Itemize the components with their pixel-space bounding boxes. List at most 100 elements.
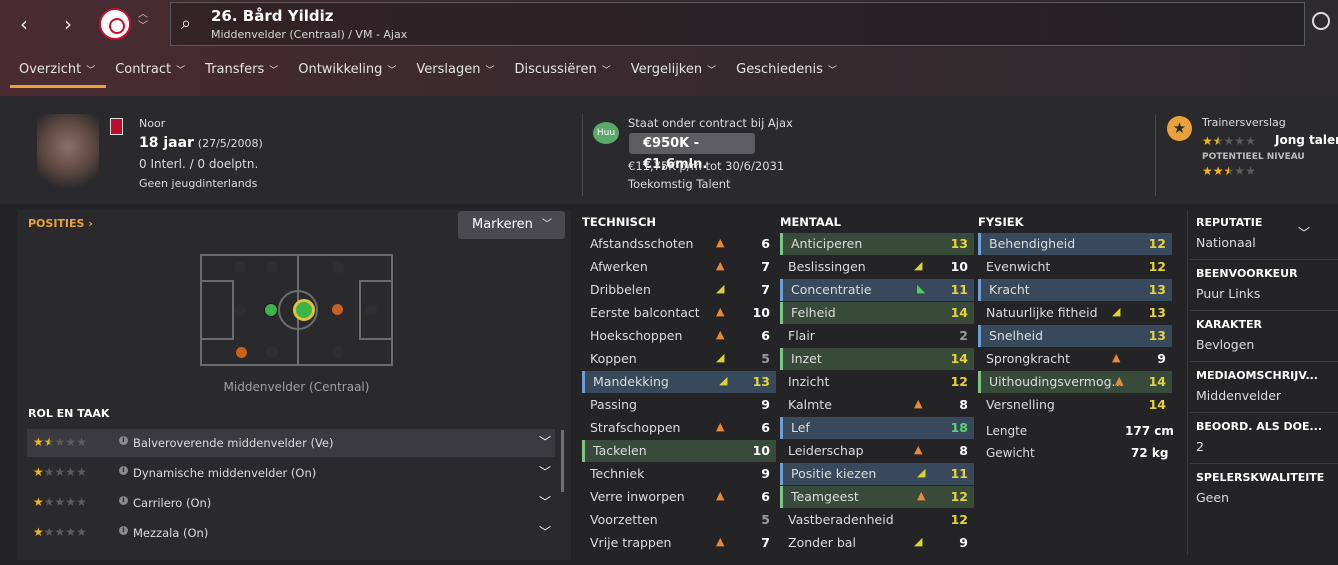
height-value: 177 cm (1125, 424, 1174, 438)
chevron-down-icon[interactable]: ﹀ (539, 463, 551, 480)
arrow-up-icon: ▲ (914, 443, 923, 456)
role-stars: ★★★★★ (33, 465, 87, 479)
attribute-row[interactable]: Voorzetten 5 (582, 509, 776, 531)
chevron-down-icon[interactable]: ﹀ (539, 523, 551, 540)
technical-header: TECHNISCH (582, 215, 657, 229)
attribute-row[interactable]: Zonder bal ◢ 9 (780, 532, 974, 554)
info-icon[interactable]: i (119, 496, 128, 505)
mark-dropdown[interactable]: Markeren ﹀ (458, 211, 565, 239)
attribute-row[interactable]: Flair 2 (780, 325, 974, 347)
attribute-row[interactable]: Snelheid 13 (978, 325, 1172, 347)
tab-geschiedenis[interactable]: Geschiedenis ﹀ (727, 56, 848, 88)
chevron-down-icon[interactable]: ﹀ (539, 493, 551, 510)
role-row[interactable]: ★★★★★ i Carrilero (On) ﹀ (27, 489, 555, 517)
attribute-row[interactable]: Tackelen 10 (582, 440, 776, 462)
attribute-value: 14 (950, 305, 968, 320)
attribute-name: Natuurlijke fitheid (986, 305, 1098, 320)
attribute-value: 14 (1148, 374, 1166, 389)
attribute-row[interactable]: Eerste balcontact ▲ 10 (582, 302, 776, 324)
attribute-row[interactable]: Positie kiezen ◢ 11 (780, 463, 974, 485)
attribute-value: 13 (950, 236, 968, 251)
attribute-row[interactable]: Strafschoppen ▲ 6 (582, 417, 776, 439)
attribute-row[interactable]: Versnelling 14 (978, 394, 1172, 416)
attribute-row[interactable]: Dribbelen ◢ 7 (582, 279, 776, 301)
attribute-name: Sprongkracht (986, 351, 1070, 366)
star-badge-icon: ★ (1167, 116, 1192, 141)
info-icon[interactable]: i (119, 436, 128, 445)
position-slot (365, 304, 377, 316)
chevron-down-icon[interactable]: ﹀ (539, 433, 551, 450)
tab-label: Vergelijken (630, 62, 703, 77)
club-crest-icon[interactable] (99, 8, 131, 40)
role-name: Carrilero (On) (133, 496, 212, 510)
attribute-row[interactable]: Kalmte ▲ 8 (780, 394, 974, 416)
attribute-value: 11 (950, 282, 968, 297)
tab-verslagen[interactable]: Verslagen ﹀ (407, 56, 505, 88)
attribute-row[interactable]: Teamgeest ▲ 12 (780, 486, 974, 508)
attribute-row[interactable]: Passing 9 (582, 394, 776, 416)
attribute-row[interactable]: Anticiperen 13 (780, 233, 974, 255)
attribute-name: Inzet (791, 351, 822, 366)
attribute-row[interactable]: Felheid 14 (780, 302, 974, 324)
attribute-row[interactable]: Behendigheid 12 (978, 233, 1172, 255)
attribute-row[interactable]: Sprongkracht ▲ 9 (978, 348, 1172, 370)
attribute-row[interactable]: Afwerken ▲ 7 (582, 256, 776, 278)
attribute-row[interactable]: Vastberadenheid 12 (780, 509, 974, 531)
forward-arrow-icon[interactable]: › (54, 10, 82, 38)
chevron-down-icon: ﹀ (176, 66, 186, 76)
attribute-row[interactable]: Vrije trappen ▲ 7 (582, 532, 776, 554)
attribute-name: Positie kiezen (791, 466, 877, 481)
attribute-row[interactable]: Inzicht 12 (780, 371, 974, 393)
attribute-name: Anticiperen (791, 236, 863, 251)
tab-transfers[interactable]: Transfers ﹀ (196, 56, 289, 88)
chevron-down-icon[interactable]: ﹀ (1298, 224, 1310, 241)
attribute-value: 5 (761, 351, 770, 366)
attribute-row[interactable]: Kracht 13 (978, 279, 1172, 301)
role-row[interactable]: ★★★★★ i Mezzala (On) ﹀ (27, 519, 555, 547)
attribute-row[interactable]: Koppen ◢ 5 (582, 348, 776, 370)
attribute-row[interactable]: Techniek 9 (582, 463, 776, 485)
attribute-row[interactable]: Natuurlijke fitheid ◢ 13 (978, 302, 1172, 324)
attribute-row[interactable]: Inzet 14 (780, 348, 974, 370)
tab-discussiëren[interactable]: Discussiëren ﹀ (505, 56, 621, 88)
nationality-flag-icon (110, 118, 123, 135)
attribute-row[interactable]: Concentratie ◣ 11 (780, 279, 974, 301)
attribute-row[interactable]: Lef 18 (780, 417, 974, 439)
up-down-chevron-icon[interactable]: ︿ ﹀ (138, 9, 148, 33)
role-row[interactable]: ★★★★★ i Balveroverende middenvelder (Ve) ﹀ (27, 429, 555, 457)
potential-title: POTENTIEEL NIVEAU (1202, 152, 1305, 162)
divider (1190, 259, 1338, 260)
attribute-row[interactable]: Hoekschoppen ▲ 6 (582, 325, 776, 347)
globe-icon[interactable] (1312, 12, 1330, 30)
attribute-row[interactable]: Uithoudingsvermog... ▲ 14 (978, 371, 1172, 393)
attribute-name: Versnelling (986, 397, 1055, 412)
attribute-row[interactable]: Evenwicht 12 (978, 256, 1172, 278)
arrow-up-icon: ▲ (716, 420, 725, 433)
tab-overzicht[interactable]: Overzicht ﹀ (10, 56, 107, 88)
attribute-name: Techniek (590, 466, 645, 481)
tab-vergelijken[interactable]: Vergelijken ﹀ (622, 56, 727, 88)
attribute-row[interactable]: Leiderschap ▲ 8 (780, 440, 974, 462)
player-search-box[interactable]: ⌕ 26. Bård Yildiz Middenvelder (Centraal… (170, 2, 1305, 46)
attribute-row[interactable]: Verre inworpen ▲ 6 (582, 486, 776, 508)
position-slot (332, 261, 344, 273)
info-icon[interactable]: i (119, 526, 128, 535)
attribute-row[interactable]: Beslissingen ◢ 10 (780, 256, 974, 278)
attribute-value: 13 (1148, 305, 1166, 320)
attribute-value: 9 (959, 535, 968, 550)
info-heading: SPELERSKWALITEITE (1196, 471, 1325, 484)
attribute-row[interactable]: Mandekking ◢ 13 (582, 371, 776, 393)
tab-ontwikkeling[interactable]: Ontwikkeling ﹀ (289, 56, 407, 88)
attribute-name: Behendigheid (989, 236, 1076, 251)
info-icon[interactable]: i (119, 466, 128, 475)
attribute-row[interactable]: Afstandsschoten ▲ 6 (582, 233, 776, 255)
transfer-value[interactable]: €950K - €1,6mln. (629, 133, 755, 172)
position-unconvincing-dot (332, 304, 343, 315)
role-row[interactable]: ★★★★★ i Dynamische middenvelder (On) ﹀ (27, 459, 555, 487)
positions-header[interactable]: POSITIES › (28, 217, 93, 230)
tab-contract[interactable]: Contract ﹀ (106, 56, 196, 88)
pitch-left-box (202, 280, 234, 340)
roles-scrollbar[interactable] (561, 430, 564, 492)
back-arrow-icon[interactable]: ‹ (10, 10, 38, 38)
arrow-up-icon: ▲ (1115, 374, 1124, 387)
